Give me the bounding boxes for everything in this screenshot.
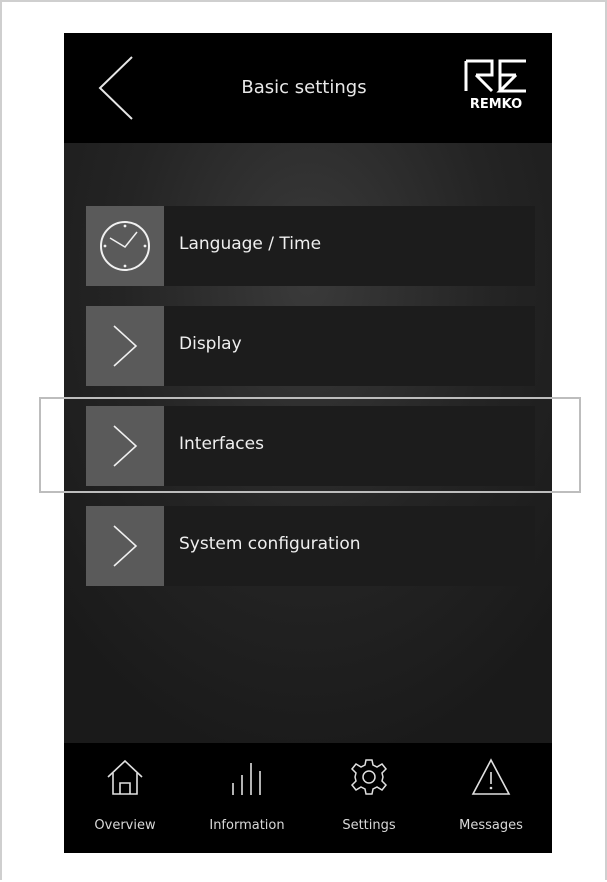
nav-label: Messages: [459, 818, 523, 833]
bottom-nav: Overview Information Settings Messages: [64, 743, 552, 853]
nav-label: Overview: [94, 818, 156, 833]
device-screen: Basic settings REMKO Language / Time Dis…: [64, 33, 552, 853]
back-button[interactable]: [94, 53, 144, 123]
nav-information[interactable]: Information: [186, 743, 308, 853]
chevron-right-icon: [113, 325, 138, 367]
logo-text: REMKO: [469, 97, 523, 112]
menu-item-label: Display: [179, 334, 242, 354]
brand-logo: REMKO: [462, 57, 530, 117]
bars-icon: [232, 763, 261, 795]
nav-label: Settings: [342, 818, 396, 833]
nav-label: Information: [209, 818, 285, 833]
menu-icon-box: [86, 406, 164, 486]
menu-icon-box: [86, 206, 164, 286]
chevron-left-icon: [98, 56, 133, 120]
chevron-right-icon: [113, 425, 138, 467]
header-bar: Basic settings REMKO: [64, 33, 552, 143]
menu-icon-box: [86, 506, 164, 586]
chevron-right-icon: [113, 525, 138, 567]
gear-icon: [350, 759, 388, 795]
menu-item-label: Interfaces: [179, 434, 264, 454]
page-title: Basic settings: [241, 77, 367, 98]
home-icon: [107, 759, 143, 795]
menu-item-system-configuration[interactable]: System configuration: [86, 506, 535, 586]
remko-logo-icon: [464, 59, 526, 93]
menu-item-display[interactable]: Display: [86, 306, 535, 386]
menu-item-label: System configuration: [179, 534, 361, 554]
nav-overview[interactable]: Overview: [64, 743, 186, 853]
warning-icon: [471, 758, 511, 795]
menu-item-language-time[interactable]: Language / Time: [86, 206, 535, 286]
menu-item-interfaces[interactable]: Interfaces: [86, 406, 535, 486]
nav-messages[interactable]: Messages: [430, 743, 552, 853]
clock-icon: [100, 221, 150, 271]
menu-icon-box: [86, 306, 164, 386]
menu-item-label: Language / Time: [179, 234, 322, 254]
nav-settings[interactable]: Settings: [308, 743, 430, 853]
